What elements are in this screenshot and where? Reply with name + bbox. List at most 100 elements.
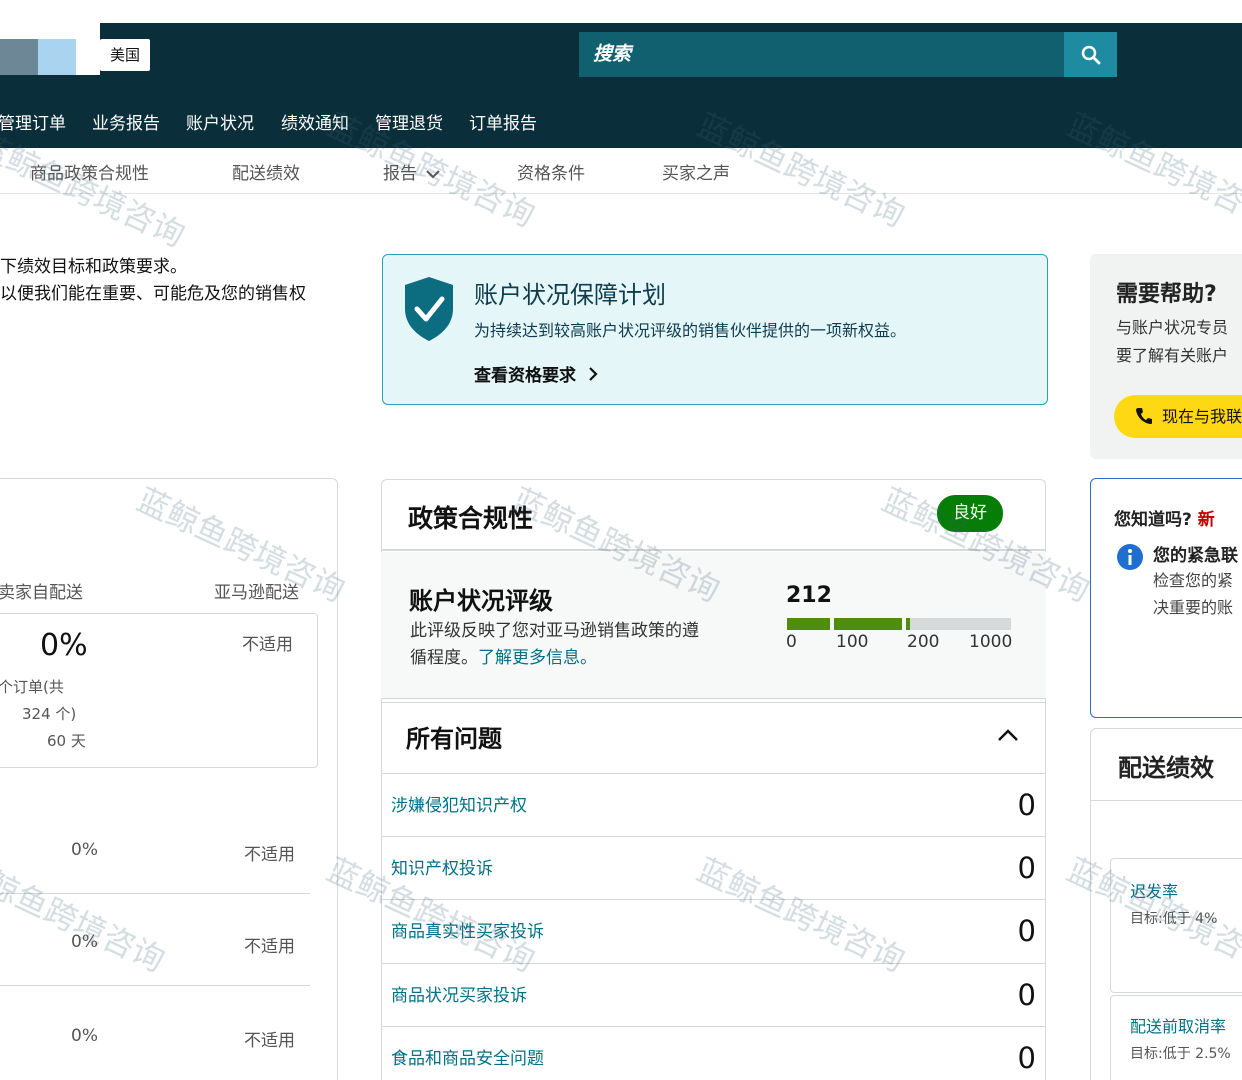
col-merchant-fulfilled: 卖家自配送 <box>0 583 83 603</box>
policy-compliance-title: 政策合规性 <box>408 504 534 533</box>
days-label: 60 天 <box>47 732 86 750</box>
rating-bar-segment-3 <box>910 618 1011 630</box>
customer-service-card <box>0 478 338 1080</box>
late-shipment-label[interactable]: 迟发率 <box>1130 878 1178 902</box>
nav-performance-notifications[interactable]: 绩效通知 <box>281 109 349 134</box>
did-you-know-card: 您知道吗? 新 您的紧急联 检查您的紧 决重要的账 <box>1090 478 1242 718</box>
divider <box>0 893 310 894</box>
chevron-right-icon <box>589 367 598 381</box>
row-3-percent: 0% <box>71 1026 98 1046</box>
issue-row[interactable]: 食品和商品安全问题 0 <box>381 1026 1046 1080</box>
top-bar: 美国 搜索 <box>0 23 1242 89</box>
contact-now-button[interactable]: 现在与我联 <box>1114 395 1242 438</box>
tab-reports[interactable]: 报告 <box>383 159 441 184</box>
country-selector[interactable]: 美国 <box>100 39 150 71</box>
tick-200: 200 <box>907 632 940 652</box>
cancel-rate-label[interactable]: 配送前取消率 <box>1130 1013 1226 1037</box>
view-eligibility-label: 查看资格要求 <box>474 366 576 386</box>
metric-percent: 0% <box>40 628 88 663</box>
cancel-rate-target: 目标:低于 2.5% <box>1130 1046 1231 1062</box>
logo-block-dark <box>0 39 38 75</box>
all-issues-title: 所有问题 <box>406 725 502 753</box>
rating-desc-line-2-text: 循程度。 <box>410 648 478 668</box>
chevron-down-icon <box>426 170 441 179</box>
shield-check-icon <box>405 277 453 341</box>
search-input[interactable]: 搜索 <box>579 32 1064 77</box>
issue-label[interactable]: 食品和商品安全问题 <box>391 1044 544 1069</box>
emergency-contact-heading: 您的紧急联 <box>1153 546 1238 566</box>
ahp-description: 为持续达到较高账户状况评级的销售伙伴提供的一项新权益。 <box>474 321 907 340</box>
issue-label[interactable]: 涉嫌侵犯知识产权 <box>391 791 527 816</box>
row-2-not-applicable: 不适用 <box>244 937 295 957</box>
divider <box>1090 800 1242 801</box>
account-health-assurance-card: 账户状况保障计划 为持续达到较高账户状况评级的销售伙伴提供的一项新权益。 查看资… <box>382 254 1048 405</box>
status-badge: 良好 <box>937 495 1003 532</box>
did-you-know-title-text: 您知道吗? <box>1114 510 1192 530</box>
ahp-title: 账户状况保障计划 <box>474 281 666 309</box>
issue-row[interactable]: 商品状况买家投诉 0 <box>381 963 1046 1026</box>
dyk-text-line-2: 决重要的账 <box>1153 598 1234 617</box>
shipping-performance-title: 配送绩效 <box>1118 754 1214 782</box>
main-nav: 管理订单 业务报告 账户状况 绩效通知 管理退货 订单报告 <box>0 89 1242 148</box>
issue-count: 0 <box>1017 914 1036 948</box>
orders-line-2: 324 个) <box>22 705 77 723</box>
chevron-up-icon[interactable] <box>996 727 1020 743</box>
help-desc-line-2: 要了解有关账户 <box>1116 346 1229 365</box>
issue-label[interactable]: 知识产权投诉 <box>391 854 493 879</box>
late-shipment-target: 目标:低于 4% <box>1130 911 1218 927</box>
issue-label[interactable]: 商品真实性买家投诉 <box>391 917 544 942</box>
info-icon <box>1117 544 1143 570</box>
intro-line-2: 以便我们能在重要、可能危及您的销售权 <box>0 284 306 304</box>
intro-text: 下绩效目标和政策要求。 以便我们能在重要、可能危及您的销售权 <box>0 254 306 308</box>
did-you-know-title: 您知道吗? 新 <box>1114 505 1215 530</box>
cancel-rate-card[interactable] <box>1110 995 1242 1080</box>
emergency-contact-text: 检查您的紧 决重要的账 <box>1153 567 1233 621</box>
tab-shipping-performance[interactable]: 配送绩效 <box>232 159 300 184</box>
tab-voice-of-customer[interactable]: 买家之声 <box>662 159 730 184</box>
rating-description: 此评级反映了您对亚马逊销售政策的遵 循程度。了解更多信息。 <box>410 618 699 672</box>
nav-manage-returns[interactable]: 管理退货 <box>375 109 443 134</box>
help-desc-line-1: 与账户状况专员 <box>1116 318 1229 337</box>
issue-count: 0 <box>1017 1041 1036 1075</box>
phone-icon <box>1136 408 1152 424</box>
issue-row[interactable]: 知识产权投诉 0 <box>381 836 1046 899</box>
tick-1000: 1000 <box>969 632 1013 652</box>
divider <box>0 985 310 986</box>
issue-count: 0 <box>1017 978 1036 1012</box>
dyk-text-line-1: 检查您的紧 <box>1153 571 1234 590</box>
issue-row[interactable]: 商品真实性买家投诉 0 <box>381 899 1046 962</box>
view-eligibility-link[interactable]: 查看资格要求 <box>474 361 598 386</box>
nav-business-reports[interactable]: 业务报告 <box>92 109 160 134</box>
row-3-not-applicable: 不适用 <box>244 1031 295 1051</box>
row-2-percent: 0% <box>71 932 98 952</box>
new-badge: 新 <box>1197 510 1215 530</box>
issue-count: 0 <box>1017 788 1036 822</box>
sub-nav: 商品政策合规性 配送绩效 报告 资格条件 买家之声 <box>0 148 1242 194</box>
row-1-not-applicable: 不适用 <box>244 845 295 865</box>
help-description: 与账户状况专员 要了解有关账户 <box>1116 314 1228 370</box>
contact-now-label: 现在与我联 <box>1162 407 1242 426</box>
rating-title: 账户状况评级 <box>409 587 553 615</box>
tick-100: 100 <box>836 632 869 652</box>
issue-row[interactable]: 涉嫌侵犯知识产权 0 <box>381 773 1046 836</box>
intro-line-1: 下绩效目标和政策要求。 <box>0 257 187 277</box>
tick-0: 0 <box>786 632 797 652</box>
rating-bar-segment-1 <box>787 618 830 630</box>
learn-more-link[interactable]: 了解更多信息。 <box>478 648 597 668</box>
nav-account-health[interactable]: 账户状况 <box>186 109 254 134</box>
logo-block-light <box>38 39 76 75</box>
tab-eligibility[interactable]: 资格条件 <box>517 159 585 184</box>
col-amazon-fulfilled: 亚马逊配送 <box>214 583 299 603</box>
help-card: 需要帮助? 与账户状况专员 要了解有关账户 现在与我联 <box>1090 254 1242 459</box>
search-button[interactable] <box>1064 32 1117 77</box>
metric-not-applicable: 不适用 <box>242 635 293 655</box>
rating-desc-line-1: 此评级反映了您对亚马逊销售政策的遵 <box>410 621 699 641</box>
rating-bar-segment-2 <box>834 618 902 630</box>
help-title: 需要帮助? <box>1116 282 1217 307</box>
nav-manage-orders[interactable]: 管理订单 <box>0 109 66 134</box>
issue-label[interactable]: 商品状况买家投诉 <box>391 981 527 1006</box>
issue-count: 0 <box>1017 851 1036 885</box>
tab-product-policy[interactable]: 商品政策合规性 <box>30 159 149 184</box>
nav-order-reports[interactable]: 订单报告 <box>469 109 537 134</box>
rating-score: 212 <box>786 583 832 608</box>
